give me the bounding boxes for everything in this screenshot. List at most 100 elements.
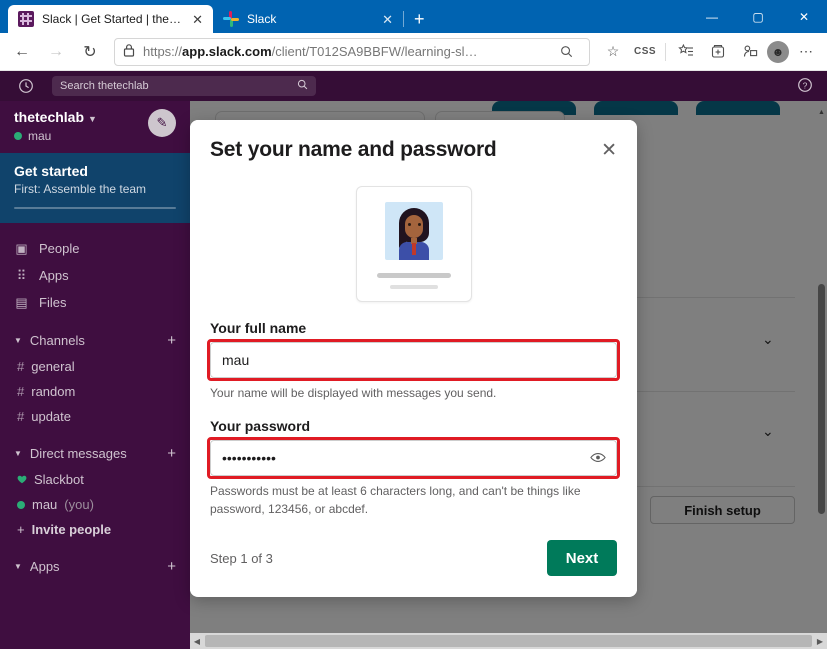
channels-section-header[interactable]: ▼ Channels + (0, 326, 190, 354)
browser-tab-2-close-icon[interactable]: ✕ (382, 13, 393, 26)
channel-item-update[interactable]: # update (0, 404, 190, 429)
add-app-button[interactable]: + (167, 558, 176, 575)
current-user-row: mau (14, 129, 97, 143)
browser-tab-1-title: Slack | Get Started | thetechlab (42, 12, 184, 26)
address-search-icon[interactable] (551, 37, 581, 67)
search-icon (297, 79, 308, 93)
window-controls: — ▢ ✕ (689, 0, 827, 33)
browser-tab-2[interactable]: Slack ✕ (213, 5, 403, 33)
channel-item-random[interactable]: # random (0, 379, 190, 404)
maximize-button[interactable]: ▢ (735, 0, 781, 33)
sidebar-item-people-label: People (39, 241, 80, 256)
sidebar-item-apps[interactable]: ⠿ Apps (0, 262, 190, 289)
password-input[interactable] (210, 440, 617, 477)
browser-title-bar: Slack | Get Started | thetechlab ✕ Slack… (0, 0, 827, 33)
password-field-wrap (207, 437, 620, 480)
full-name-label: Your full name (210, 320, 307, 336)
hash-icon: # (17, 359, 25, 374)
workspace-name-row[interactable]: thetechlab ▼ (14, 109, 97, 125)
slack-color-favicon-icon (223, 11, 239, 27)
plus-icon: + (17, 522, 25, 537)
close-window-button[interactable]: ✕ (781, 0, 827, 33)
direct-messages-section-header[interactable]: ▼ Direct messages + (0, 439, 190, 467)
presence-online-icon (17, 500, 25, 509)
get-started-progress-bar (14, 207, 176, 209)
new-tab-button[interactable]: + (404, 9, 435, 33)
modal-title: Set your name and password (210, 138, 497, 161)
reload-button[interactable]: ↻ (74, 37, 106, 67)
address-bar[interactable]: https://app.slack.com/client/T012SA9BBFW… (114, 37, 590, 67)
dm-item-slackbot[interactable]: Slackbot (0, 467, 190, 492)
add-channel-button[interactable]: + (167, 332, 176, 349)
scroll-left-arrow-icon[interactable]: ◀ (190, 637, 204, 646)
sidebar-item-files-label: Files (39, 295, 67, 310)
css-extension-icon[interactable]: CSS (630, 37, 660, 67)
close-icon[interactable]: ✕ (601, 141, 617, 160)
illustration-line-secondary (389, 285, 438, 289)
workspace-name: thetechlab (14, 109, 85, 125)
apps-section-header[interactable]: ▼ Apps + (0, 552, 190, 580)
slackbot-heart-icon (17, 472, 27, 487)
site-lock-icon (123, 43, 135, 60)
get-started-card[interactable]: Get started First: Assemble the team (0, 153, 190, 223)
dm-item-mau-label: mau (32, 497, 58, 512)
profile-avatar-icon[interactable]: ☻ (767, 40, 789, 63)
add-dm-button[interactable]: + (167, 445, 176, 462)
hash-icon: # (17, 409, 25, 424)
direct-messages-section-label: Direct messages (29, 445, 127, 461)
minimize-button[interactable]: — (689, 0, 735, 33)
dm-item-mau[interactable]: mau (you) (0, 492, 190, 517)
settings-more-icon[interactable]: ⋯ (791, 37, 821, 67)
illustration-card (355, 186, 472, 302)
sidebar-item-people[interactable]: ▣ People (0, 235, 190, 262)
share-icon[interactable] (735, 37, 765, 67)
channels-caret-icon: ▼ (14, 335, 22, 345)
help-icon[interactable]: ? (797, 77, 813, 96)
slack-sidebar: thetechlab ▼ mau ✎ Get started First: Ass… (0, 101, 190, 649)
sidebar-nav-list: ▣ People ⠿ Apps ▤ Files (0, 223, 190, 316)
scroll-right-arrow-icon[interactable]: ▶ (813, 637, 827, 646)
horizontal-scrollbar-thumb[interactable] (205, 635, 812, 647)
apps-caret-icon: ▼ (14, 561, 22, 571)
illustration-line-primary (376, 273, 451, 278)
full-name-helper-text: Your name will be displayed with message… (210, 386, 497, 400)
channel-item-general-label: general (31, 359, 75, 374)
browser-tab-1[interactable]: Slack | Get Started | thetechlab ✕ (8, 5, 213, 33)
current-user-name: mau (28, 129, 52, 143)
set-name-password-modal: Set your name and password ✕ Your full n… (190, 120, 637, 597)
next-button[interactable]: Next (547, 540, 617, 577)
slack-purple-favicon-icon (18, 11, 34, 27)
back-button[interactable]: ← (6, 37, 38, 67)
files-stack-icon: ▤ (15, 294, 28, 310)
workspace-header[interactable]: thetechlab ▼ mau ✎ (0, 101, 190, 153)
favorite-star-icon[interactable]: ☆ (598, 37, 628, 67)
url-host: app.slack.com (182, 44, 272, 59)
collections-icon[interactable] (703, 37, 733, 67)
compose-message-button[interactable]: ✎ (148, 109, 176, 137)
reveal-password-eye-icon[interactable] (590, 450, 606, 466)
channel-item-general[interactable]: # general (0, 354, 190, 379)
slack-search-input[interactable]: Search thetechlab (52, 76, 316, 96)
browser-toolbar: ← → ↻ https://app.slack.com/client/T012S… (0, 33, 827, 71)
full-name-field-wrap (207, 339, 620, 381)
profile-card-illustration (210, 180, 617, 320)
workspace-caret-icon: ▼ (88, 114, 97, 124)
browser-tab-1-close-icon[interactable]: ✕ (192, 13, 203, 26)
dm-caret-icon: ▼ (14, 448, 22, 458)
slack-top-nav: Search thetechlab ? (0, 71, 827, 101)
history-clock-icon[interactable] (0, 78, 52, 94)
sidebar-item-files[interactable]: ▤ Files (0, 289, 190, 316)
forward-button[interactable]: → (40, 37, 72, 67)
favorites-list-icon[interactable] (671, 37, 701, 67)
password-label: Your password (210, 418, 311, 435)
channel-item-update-label: update (31, 409, 71, 424)
horizontal-scrollbar[interactable]: ◀ ▶ (190, 633, 827, 649)
sidebar-item-apps-label: Apps (39, 268, 69, 283)
slack-search-placeholder: Search thetechlab (60, 80, 149, 92)
full-name-input[interactable] (210, 342, 617, 378)
dm-item-slackbot-label: Slackbot (34, 472, 84, 487)
svg-text:?: ? (803, 80, 808, 90)
slack-app: Search thetechlab ? thetechlab ▼ mau ✎ G… (0, 71, 827, 649)
invite-people-item[interactable]: + Invite people (0, 517, 190, 542)
get-started-subtitle: First: Assemble the team (14, 182, 147, 196)
